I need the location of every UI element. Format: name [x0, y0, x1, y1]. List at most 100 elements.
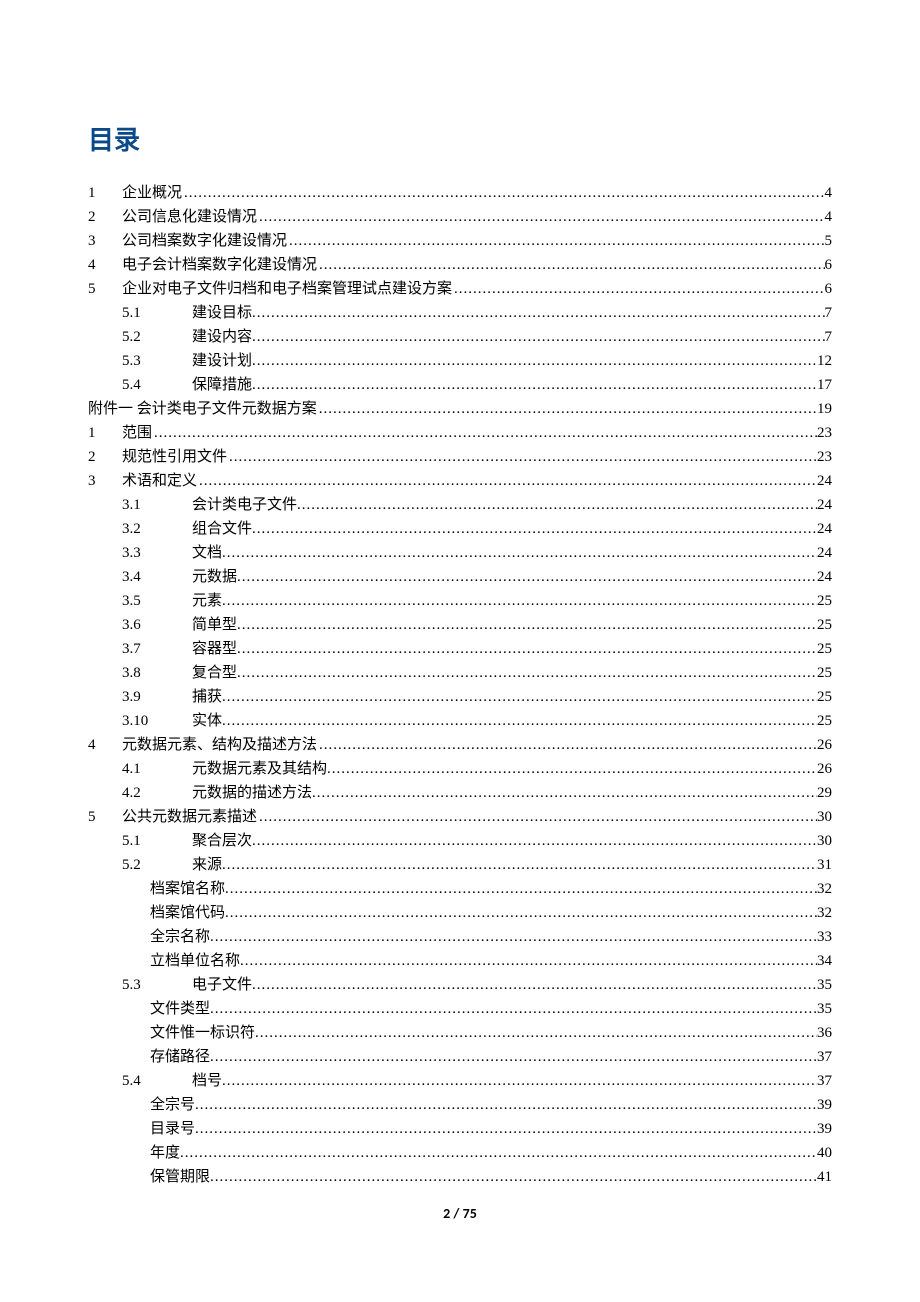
toc-entry[interactable]: 目录号39	[88, 1117, 832, 1141]
entry-title: 全宗号	[150, 1093, 195, 1117]
toc-entry[interactable]: 5.1建设目标7	[88, 301, 832, 325]
entry-title: 保管期限	[150, 1165, 210, 1189]
toc-entry[interactable]: 5企业对电子文件归档和电子档案管理试点建设方案6	[88, 277, 832, 301]
toc-entry[interactable]: 4.1元数据元素及其结构26	[88, 757, 832, 781]
dot-leader	[252, 349, 817, 373]
toc-entry[interactable]: 5.2来源31	[88, 853, 832, 877]
toc-entry[interactable]: 3.2组合文件24	[88, 517, 832, 541]
toc-entry[interactable]: 3.6简单型25	[88, 613, 832, 637]
toc-entry[interactable]: 2公司信息化建设情况4	[88, 205, 832, 229]
dot-leader	[199, 469, 817, 493]
toc-list: 1企业概况42公司信息化建设情况43公司档案数字化建设情况54电子会计档案数字化…	[88, 181, 832, 1189]
entry-subnumber: 3.4	[122, 565, 192, 589]
entry-title: 建设内容	[192, 325, 252, 349]
toc-entry[interactable]: 2规范性引用文件23	[88, 445, 832, 469]
entry-subnumber: 5.4	[122, 1069, 192, 1093]
toc-entry[interactable]: 文件惟一标识符36	[88, 1021, 832, 1045]
dot-leader	[210, 1165, 817, 1189]
entry-page: 31	[817, 853, 832, 877]
entry-page: 7	[825, 301, 833, 325]
toc-entry[interactable]: 5.3建设计划12	[88, 349, 832, 373]
toc-entry[interactable]: 3.10实体25	[88, 709, 832, 733]
toc-entry[interactable]: 1企业概况4	[88, 181, 832, 205]
dot-leader	[454, 277, 824, 301]
toc-entry[interactable]: 3.9捕获25	[88, 685, 832, 709]
toc-entry[interactable]: 3.4元数据24	[88, 565, 832, 589]
toc-entry[interactable]: 5.3电子文件35	[88, 973, 832, 997]
entry-page: 4	[825, 205, 833, 229]
toc-entry[interactable]: 3.8复合型25	[88, 661, 832, 685]
dot-leader	[259, 805, 817, 829]
dot-leader	[229, 445, 817, 469]
entry-number: 5	[88, 805, 122, 829]
dot-leader	[237, 565, 817, 589]
toc-entry[interactable]: 存储路径37	[88, 1045, 832, 1069]
toc-entry[interactable]: 文件类型 35	[88, 997, 832, 1021]
toc-entry[interactable]: 5公共元数据元素描述30	[88, 805, 832, 829]
entry-title: 元素	[192, 589, 222, 613]
entry-subnumber: 3.9	[122, 685, 192, 709]
entry-title: 聚合层次	[192, 829, 252, 853]
toc-entry[interactable]: 5.2建设内容7	[88, 325, 832, 349]
dot-leader	[252, 325, 824, 349]
toc-entry[interactable]: 3.1会计类电子文件24	[88, 493, 832, 517]
toc-entry[interactable]: 3.5元素25	[88, 589, 832, 613]
entry-number: 4	[88, 733, 122, 757]
entry-number: 2	[88, 445, 122, 469]
toc-entry[interactable]: 附件一 会计类电子文件元数据方案19	[88, 397, 832, 421]
toc-entry[interactable]: 3.3文档24	[88, 541, 832, 565]
entry-page: 37	[817, 1069, 832, 1093]
toc-entry[interactable]: 全宗号39	[88, 1093, 832, 1117]
entry-subnumber: 5.3	[122, 349, 192, 373]
toc-entry[interactable]: 5.4保障措施17	[88, 373, 832, 397]
toc-entry[interactable]: 档案馆名称32	[88, 877, 832, 901]
toc-entry[interactable]: 3.7容器型25	[88, 637, 832, 661]
entry-subnumber: 3.3	[122, 541, 192, 565]
entry-title: 文件类型	[150, 997, 210, 1021]
toc-entry[interactable]: 3公司档案数字化建设情况5	[88, 229, 832, 253]
entry-title: 公共元数据元素描述	[122, 805, 257, 829]
dot-leader	[222, 589, 817, 613]
dot-leader	[222, 709, 817, 733]
dot-leader	[319, 733, 817, 757]
dot-leader	[252, 373, 817, 397]
toc-entry[interactable]: 1范围23	[88, 421, 832, 445]
toc-heading: 目录	[88, 120, 832, 157]
dot-leader	[225, 877, 817, 901]
dot-leader	[252, 973, 817, 997]
entry-page: 23	[817, 445, 832, 469]
entry-page: 17	[817, 373, 832, 397]
entry-title: 元数据的描述方法	[192, 781, 312, 805]
toc-entry[interactable]: 4元数据元素、结构及描述方法26	[88, 733, 832, 757]
entry-title: 企业概况	[122, 181, 182, 205]
dot-leader	[327, 757, 817, 781]
toc-entry[interactable]: 档案馆代码32	[88, 901, 832, 925]
toc-entry[interactable]: 5.4档号37	[88, 1069, 832, 1093]
toc-entry[interactable]: 全宗名称33	[88, 925, 832, 949]
entry-page: 35	[817, 997, 832, 1021]
entry-subnumber: 3.1	[122, 493, 192, 517]
toc-entry[interactable]: 5.1聚合层次30	[88, 829, 832, 853]
entry-title: 复合型	[192, 661, 237, 685]
toc-entry[interactable]: 立档单位名称34	[88, 949, 832, 973]
toc-entry[interactable]: 3术语和定义24	[88, 469, 832, 493]
entry-page: 25	[817, 613, 832, 637]
toc-entry[interactable]: 4.2元数据的描述方法29	[88, 781, 832, 805]
entry-title: 文件惟一标识符	[150, 1021, 255, 1045]
entry-page: 4	[825, 181, 833, 205]
page-body: 目录 1企业概况42公司信息化建设情况43公司档案数字化建设情况54电子会计档案…	[0, 0, 920, 1229]
entry-number: 3	[88, 229, 122, 253]
entry-title: 组合文件	[192, 517, 252, 541]
entry-title: 公司信息化建设情况	[122, 205, 257, 229]
toc-entry[interactable]: 年度40	[88, 1141, 832, 1165]
entry-title: 存储路径	[150, 1045, 210, 1069]
toc-entry[interactable]: 4电子会计档案数字化建设情况6	[88, 253, 832, 277]
entry-subnumber: 5.1	[122, 829, 192, 853]
entry-page: 25	[817, 709, 832, 733]
toc-entry[interactable]: 保管期限41	[88, 1165, 832, 1189]
dot-leader	[180, 1141, 817, 1165]
entry-subnumber: 5.4	[122, 373, 192, 397]
entry-number: 5	[88, 277, 122, 301]
dot-leader	[312, 781, 817, 805]
dot-leader	[195, 1117, 817, 1141]
